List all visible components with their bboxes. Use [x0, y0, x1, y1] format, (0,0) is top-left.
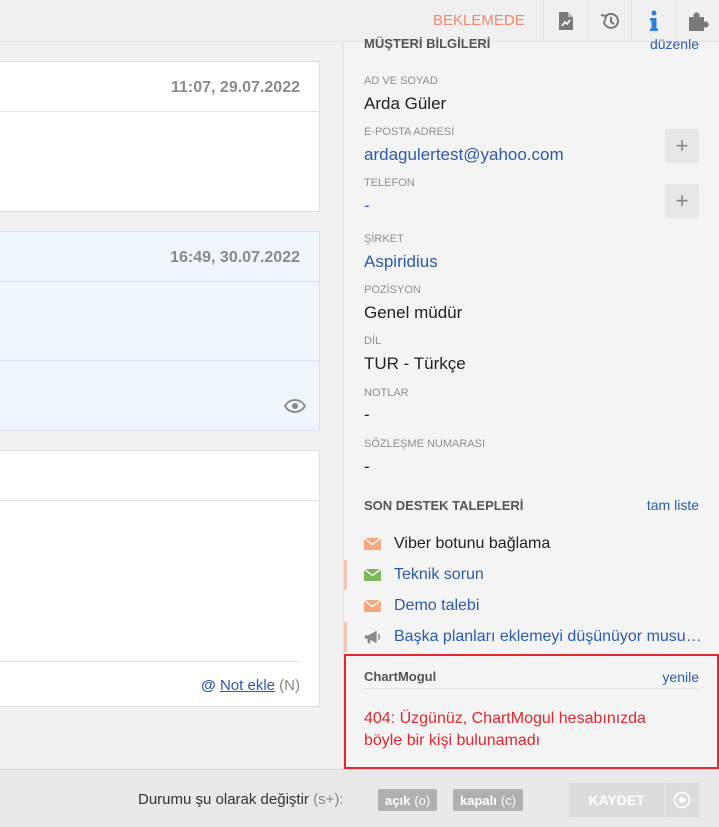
save-options-button[interactable]	[665, 783, 699, 817]
eye-icon[interactable]	[283, 399, 307, 418]
reply-header	[0, 451, 319, 501]
message-header: 16:49, 30.07.2022	[0, 232, 319, 282]
status-badge[interactable]: BEKLEMEDE	[433, 12, 525, 29]
divider	[364, 688, 699, 689]
customer-contract: -	[364, 457, 370, 476]
envelope-icon	[364, 538, 382, 550]
status-closed-label: kapalı	[460, 792, 497, 808]
envelope-icon	[364, 600, 382, 612]
ticket-title: Demo talebi	[394, 597, 480, 614]
at-icon: @	[201, 677, 216, 694]
language-label: DİL	[364, 335, 382, 347]
save-button[interactable]: KAYDET	[569, 783, 664, 817]
status-open-label: açık	[385, 792, 411, 808]
message-card: 11:07, 29.07.2022	[0, 61, 320, 212]
ticket-item[interactable]: Demo talebi	[344, 591, 719, 621]
message-timestamp: 16:49, 30.07.2022	[170, 249, 300, 266]
ticket-item[interactable]: Teknik sorun	[344, 560, 719, 590]
ticket-item[interactable]: Viber botunu bağlama	[344, 529, 719, 559]
position-label: POZİSYON	[364, 284, 421, 296]
status-open-key: (o)	[414, 792, 431, 808]
customer-name: Arda Güler	[364, 94, 447, 113]
plus-icon: +	[675, 188, 689, 213]
email-label: E-POSTA ADRESİ	[364, 126, 455, 138]
notes-label: NOTLAR	[364, 387, 409, 399]
customer-position: Genel müdür	[364, 303, 463, 322]
refresh-link[interactable]: yenile	[662, 669, 699, 685]
change-status-label: Durumu şu olarak değiştir (s+):	[138, 791, 344, 808]
change-status-shortcut: (s+):	[313, 791, 344, 808]
status-closed-key: (c)	[500, 792, 517, 808]
ticket-title: Viber botunu bağlama	[394, 535, 551, 552]
megaphone-icon	[364, 629, 382, 645]
message-body	[0, 282, 319, 361]
add-phone-button[interactable]: +	[665, 184, 699, 218]
document-chart-icon[interactable]	[543, 0, 587, 42]
message-timestamp: 11:07, 29.07.2022	[170, 79, 300, 96]
name-label: AD VE SOYAD	[364, 75, 438, 87]
company-label: ŞİRKET	[364, 233, 404, 245]
ticket-title: Teknik sorun	[394, 566, 484, 583]
plus-icon: +	[675, 133, 689, 158]
customer-language: TUR - Türkçe	[364, 354, 466, 373]
ticket-item[interactable]: Başka planları eklemeyi düşünüyor musunu…	[344, 622, 719, 652]
edit-customer-link[interactable]: düzenle	[650, 36, 699, 52]
top-toolbar: BEKLEMEDE	[0, 0, 719, 42]
reply-card: @ Not ekle (N)	[0, 450, 320, 707]
envelope-icon	[364, 569, 382, 581]
customer-company[interactable]: Aspiridius	[364, 252, 438, 272]
conversation-timeline: 11:07, 29.07.2022 16:49, 30.07.2022 @ No…	[0, 42, 343, 769]
contract-label: SÖZLEŞME NUMARASI	[364, 438, 486, 450]
history-icon[interactable]	[587, 0, 631, 42]
ticket-title: Başka planları eklemeyi düşünüyor musunu…	[394, 628, 704, 645]
status-open-button[interactable]: açık (o)	[378, 789, 438, 811]
chartmogul-panel: ChartMogul yenile 404: Üzgünüz, ChartMog…	[344, 654, 719, 769]
customer-email[interactable]: ardagulertest@yahoo.com	[364, 145, 564, 165]
customer-notes: -	[364, 405, 370, 424]
status-change-bar: Durumu şu olarak değiştir (s+): açık (o)…	[0, 769, 719, 827]
message-card-highlighted: 16:49, 30.07.2022	[0, 231, 320, 431]
message-header: 11:07, 29.07.2022	[0, 62, 319, 112]
status-closed-button[interactable]: kapalı (c)	[453, 789, 524, 811]
customer-sidebar: MÜŞTERİ BİLGİLERİ düzenle AD VE SOYAD Ar…	[343, 36, 719, 769]
add-note-link[interactable]: Not ekle	[220, 677, 275, 694]
change-status-text: Durumu şu olarak değiştir	[138, 791, 309, 808]
customer-info-title: MÜŞTERİ BİLGİLERİ	[364, 36, 491, 51]
add-note: @ Not ekle (N)	[201, 677, 300, 694]
divider	[0, 661, 300, 662]
customer-phone[interactable]: -	[364, 196, 370, 216]
chartmogul-error-message: 404: Üzgünüz, ChartMogul hesabınızda böy…	[364, 710, 646, 749]
chartmogul-title: ChartMogul	[364, 669, 437, 684]
recent-tickets-title: SON DESTEK TALEPLERİ	[364, 498, 524, 513]
phone-label: TELEFON	[364, 177, 415, 189]
add-note-shortcut: (N)	[279, 677, 300, 694]
add-email-button[interactable]: +	[665, 129, 699, 163]
target-icon	[673, 791, 691, 809]
full-list-link[interactable]: tam liste	[647, 497, 699, 513]
